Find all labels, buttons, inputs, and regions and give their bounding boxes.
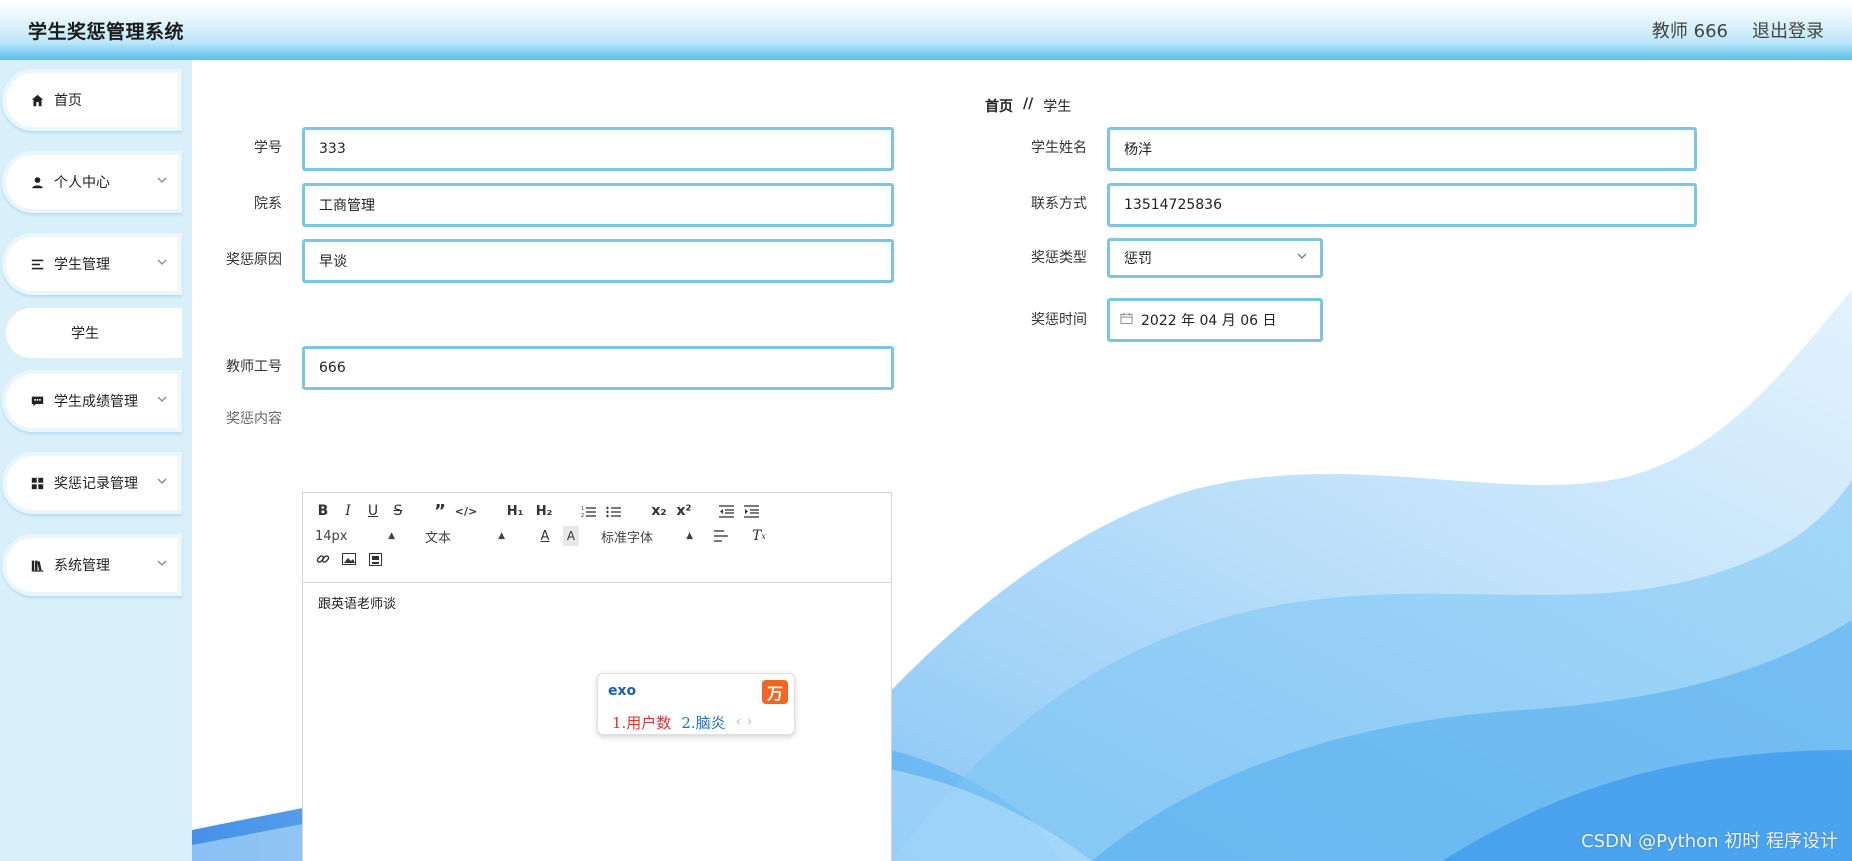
comment-icon bbox=[30, 394, 44, 408]
chevron-down-icon bbox=[156, 256, 170, 270]
font-size-select[interactable]: 14px ▲ bbox=[315, 529, 395, 544]
student-name-label: 学生姓名 bbox=[1031, 140, 1087, 156]
editor-content[interactable]: 跟英语老师谈 bbox=[318, 593, 396, 612]
contact-input[interactable]: 13514725836 bbox=[1107, 183, 1697, 227]
strikethrough-icon[interactable]: S bbox=[390, 501, 406, 521]
font-color-icon[interactable]: A bbox=[537, 526, 553, 546]
video-icon[interactable] bbox=[367, 549, 383, 569]
blockquote-icon[interactable]: ” bbox=[432, 501, 448, 522]
grid-icon bbox=[30, 476, 44, 490]
font-size-value: 14px bbox=[315, 528, 348, 544]
sidebar-item-label: 奖惩记录管理 bbox=[54, 476, 138, 492]
sidebar-item-label: 个人中心 bbox=[54, 175, 110, 191]
link-icon[interactable] bbox=[315, 549, 331, 569]
current-user: 教师 666 bbox=[1651, 21, 1728, 42]
teacher-no-input[interactable]: 666 bbox=[302, 346, 894, 390]
sidebar-subitem-label: 学生 bbox=[71, 326, 99, 342]
outdent-icon[interactable] bbox=[718, 501, 734, 521]
clear-format-icon[interactable]: Tx bbox=[751, 526, 767, 546]
bullet-list-icon[interactable] bbox=[605, 501, 621, 521]
type-select[interactable]: 惩罚 bbox=[1107, 238, 1323, 278]
image-icon[interactable] bbox=[341, 549, 357, 569]
contact-label: 联系方式 bbox=[1031, 196, 1087, 212]
font-family-value: 标准字体 bbox=[601, 530, 654, 546]
student-no-input[interactable]: 333 bbox=[302, 127, 894, 171]
chevron-down-icon bbox=[1296, 250, 1308, 266]
department-input[interactable]: 工商管理 bbox=[302, 183, 894, 227]
main-content: 首页 // 学生 学号 333 院系 工商管理 奖惩原因 早谈 教师工号 666… bbox=[192, 60, 1852, 861]
list-icon bbox=[30, 257, 44, 271]
department-label: 院系 bbox=[254, 196, 282, 212]
chevron-down-icon bbox=[156, 557, 170, 571]
svg-text:2: 2 bbox=[581, 513, 584, 518]
home-icon bbox=[30, 93, 44, 107]
student-name-input[interactable]: 杨洋 bbox=[1107, 127, 1697, 171]
time-picker[interactable]: 2022 年 04 月 06 日 bbox=[1107, 298, 1323, 342]
sidebar-item-reward-records[interactable]: 奖惩记录管理 bbox=[2, 452, 182, 514]
text-type-select[interactable]: 文本 ▲ bbox=[425, 527, 505, 546]
watermark: CSDN @Python 初时 程序设计 bbox=[1581, 831, 1838, 852]
sidebar-subitem-student[interactable]: 学生 bbox=[6, 308, 182, 358]
sidebar: 首页 个人中心 学生管理 学生 学生成绩管理 奖惩记录管理 系统管理 bbox=[0, 60, 192, 861]
align-icon[interactable] bbox=[713, 526, 729, 546]
italic-icon[interactable]: I bbox=[340, 501, 356, 521]
sort-arrows-icon: ▲ bbox=[686, 531, 693, 541]
ime-candidate-1[interactable]: 1.用户数 bbox=[612, 712, 671, 733]
app-title: 学生奖惩管理系统 bbox=[28, 20, 185, 43]
sidebar-item-student-management[interactable]: 学生管理 bbox=[2, 233, 182, 295]
breadcrumb-home[interactable]: 首页 bbox=[985, 96, 1013, 116]
content-label: 奖惩内容 bbox=[226, 411, 282, 427]
sidebar-item-system-management[interactable]: 系统管理 bbox=[2, 534, 182, 596]
background-color-icon[interactable]: A bbox=[563, 526, 579, 546]
sidebar-item-home[interactable]: 首页 bbox=[2, 69, 182, 131]
bold-icon[interactable]: B bbox=[315, 501, 331, 521]
superscript-icon[interactable]: x² bbox=[676, 501, 692, 521]
chevron-down-icon bbox=[156, 475, 170, 489]
breadcrumb-current: 学生 bbox=[1043, 99, 1072, 115]
type-label: 奖惩类型 bbox=[1031, 250, 1087, 266]
sidebar-item-label: 学生管理 bbox=[54, 257, 110, 273]
ime-candidate-2[interactable]: 2.脑炎 bbox=[681, 712, 725, 733]
subscript-icon[interactable]: x₂ bbox=[651, 501, 667, 521]
ordered-list-icon[interactable]: 12 bbox=[580, 501, 596, 521]
ime-input-text: exo bbox=[608, 683, 637, 699]
ime-logo-badge: 万 bbox=[762, 680, 788, 704]
sort-arrows-icon: ▲ bbox=[498, 531, 505, 541]
font-family-select[interactable]: 标准字体 ▲ bbox=[601, 527, 693, 546]
app-header: 学生奖惩管理系统 教师 666 退出登录 bbox=[0, 0, 1852, 60]
breadcrumb-separator: // bbox=[1023, 96, 1034, 112]
student-no-label: 学号 bbox=[254, 140, 282, 156]
svg-text:1: 1 bbox=[581, 506, 584, 512]
reason-input[interactable]: 早谈 bbox=[302, 239, 894, 283]
sidebar-item-personal-center[interactable]: 个人中心 bbox=[2, 151, 182, 213]
heading2-icon[interactable]: H₂ bbox=[534, 501, 554, 521]
breadcrumb: 首页 // 学生 bbox=[985, 96, 1071, 116]
text-type-value: 文本 bbox=[425, 530, 452, 546]
time-value: 2022 年 04 月 06 日 bbox=[1141, 313, 1277, 329]
sort-arrows-icon: ▲ bbox=[388, 531, 395, 541]
chevron-down-icon bbox=[156, 393, 170, 407]
type-select-value: 惩罚 bbox=[1124, 251, 1152, 267]
underline-icon[interactable]: U bbox=[365, 501, 381, 521]
sidebar-item-score-management[interactable]: 学生成绩管理 bbox=[2, 370, 182, 432]
chevron-down-icon bbox=[156, 174, 170, 188]
sidebar-item-label: 首页 bbox=[54, 93, 82, 109]
indent-icon[interactable] bbox=[743, 501, 759, 521]
heading1-icon[interactable]: H₁ bbox=[505, 501, 525, 521]
calendar-icon bbox=[1120, 312, 1133, 329]
library-icon bbox=[30, 558, 44, 572]
sidebar-item-label: 系统管理 bbox=[54, 558, 110, 574]
sidebar-item-label: 学生成绩管理 bbox=[54, 394, 138, 410]
ime-page-arrows[interactable]: ‹ › bbox=[736, 712, 753, 733]
teacher-no-label: 教师工号 bbox=[226, 359, 282, 375]
logout-link[interactable]: 退出登录 bbox=[1752, 17, 1824, 43]
code-block-icon[interactable]: </> bbox=[455, 501, 477, 521]
user-icon bbox=[30, 175, 44, 189]
editor-toolbar: B I U S ” </> H₁ H₂ 12 x₂ x² 14px ▲ 文本 ▲… bbox=[303, 493, 891, 583]
time-label: 奖惩时间 bbox=[1031, 312, 1087, 328]
reason-label: 奖惩原因 bbox=[226, 252, 282, 268]
header-user-area: 教师 666 退出登录 bbox=[1652, 17, 1824, 43]
ime-candidate-popup[interactable]: exo 万 1.用户数 2.脑炎 ‹ › bbox=[597, 673, 795, 735]
